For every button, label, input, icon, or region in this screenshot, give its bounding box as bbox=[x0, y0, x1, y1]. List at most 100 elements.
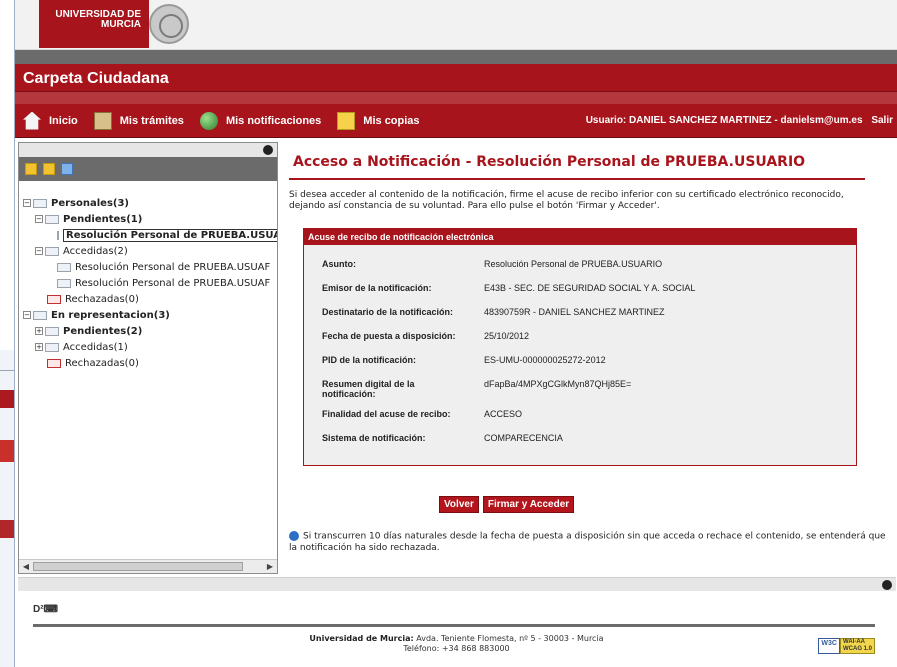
detail-row-emisor: Emisor de la notificación: E43B - SEC. D… bbox=[322, 283, 856, 307]
collapse-node-icon[interactable]: − bbox=[23, 199, 31, 207]
scrollbar-thumb[interactable] bbox=[33, 562, 243, 571]
wai-aa-badge[interactable]: WAI-AA WCAG 1.0 bbox=[839, 638, 875, 654]
tree-node-label: Accedidas(1) bbox=[63, 341, 128, 353]
tree-node-pendientes[interactable]: − Pendientes(1) bbox=[23, 211, 277, 227]
tree-node-accessed-notification[interactable]: Resolución Personal de PRUEBA.USUAF bbox=[23, 275, 277, 291]
tree-node-label: Resolución Personal de PRUEBA.USUAF bbox=[75, 277, 271, 289]
tree-node-label: Pendientes(2) bbox=[63, 325, 143, 337]
detail-row-pid: PID de la notificación: ES-UMU-000000025… bbox=[322, 355, 856, 379]
envelope-open-icon bbox=[57, 278, 71, 288]
footer-address-text: Avda. Teniente Flomesta, nº 5 - 30003 - … bbox=[416, 634, 604, 643]
detail-value: E43B - SEC. DE SEGURIDAD SOCIAL Y A. SOC… bbox=[484, 283, 696, 293]
rejection-notice: Si transcurren 10 días naturales desde l… bbox=[289, 531, 887, 554]
collapse-node-icon[interactable]: − bbox=[35, 247, 43, 255]
envelope-icon bbox=[57, 230, 59, 240]
detail-row-fecha: Fecha de puesta a disposición: 25/10/201… bbox=[322, 331, 856, 355]
expand-node-icon[interactable]: + bbox=[35, 343, 43, 351]
app-title: Carpeta Ciudadana bbox=[15, 64, 897, 92]
user-info: Usuario: DANIEL SANCHEZ MARTINEZ - danie… bbox=[586, 115, 893, 126]
detail-value: ES-UMU-000000025272-2012 bbox=[484, 355, 606, 365]
detail-row-resumen: Resumen digital de la notificación: dFap… bbox=[322, 379, 856, 409]
collapse-node-icon[interactable]: − bbox=[35, 215, 43, 223]
notifications-tree: − Personales(3) − Pendientes(1) Resoluci… bbox=[19, 181, 277, 371]
tree-node-representacion[interactable]: − En representacion(3) bbox=[23, 307, 277, 323]
tree-node-pending-notification[interactable]: Resolución Personal de PRUEBA.USUA bbox=[23, 227, 277, 243]
nav-mis-tramites[interactable]: Mis trámites bbox=[93, 111, 184, 130]
header-spacer bbox=[15, 92, 897, 104]
detail-label: Asunto: bbox=[322, 259, 356, 269]
nav-mis-notificaciones-label: Mis notificaciones bbox=[225, 114, 322, 127]
collapse-panel-icon[interactable] bbox=[263, 145, 273, 155]
detail-label: Sistema de notificación: bbox=[322, 433, 426, 443]
expand-all-icon[interactable] bbox=[25, 163, 37, 175]
horizontal-scrollbar[interactable]: ◀ ▶ bbox=[19, 559, 277, 573]
detail-value: 48390759R - DANIEL SANCHEZ MARTINEZ bbox=[484, 307, 665, 317]
tree-node-rep-rechazadas[interactable]: Rechazadas(0) bbox=[23, 355, 277, 371]
header-divider bbox=[15, 50, 897, 64]
logout-link[interactable]: Salir bbox=[871, 115, 893, 126]
accessibility-badges[interactable]: W3C WAI-AA WCAG 1.0 bbox=[818, 638, 875, 654]
expand-node-icon[interactable]: + bbox=[35, 327, 43, 335]
notification-content: Acceso a Notificación - Resolución Perso… bbox=[289, 142, 891, 574]
footer-address: Universidad de Murcia: Avda. Teniente Fl… bbox=[15, 634, 897, 654]
detail-label: PID de la notificación: bbox=[322, 355, 417, 365]
detail-row-destinatario: Destinatario de la notificación: 4839075… bbox=[322, 307, 856, 331]
w3c-badge[interactable]: W3C bbox=[818, 638, 840, 654]
user-label: Usuario: DANIEL SANCHEZ MARTINEZ - danie… bbox=[585, 115, 863, 126]
detail-value: COMPARECENCIA bbox=[484, 433, 563, 443]
tree-node-label: Resolución Personal de PRUEBA.USUAF bbox=[75, 261, 271, 273]
accessibility-icon[interactable]: D²⌨ bbox=[33, 604, 58, 615]
list-view-icon[interactable] bbox=[61, 163, 73, 175]
detail-value: 25/10/2012 bbox=[484, 331, 530, 341]
tree-panel-topbar bbox=[19, 143, 277, 157]
tree-node-label: Rechazadas(0) bbox=[65, 293, 139, 305]
main-nav: Inicio Mis trámites Mis notificaciones M… bbox=[15, 104, 897, 138]
wai-line2: WCAG 1.0 bbox=[842, 646, 872, 652]
notifications-tree-panel: − Personales(3) − Pendientes(1) Resoluci… bbox=[18, 142, 278, 574]
globe-icon bbox=[199, 111, 218, 130]
tree-node-accedidas[interactable]: − Accedidas(2) bbox=[23, 243, 277, 259]
expand-footer-icon[interactable] bbox=[882, 580, 892, 590]
tree-node-rep-pendientes[interactable]: + Pendientes(2) bbox=[23, 323, 277, 339]
wai-line1: WAI-AA bbox=[842, 639, 865, 645]
nav-inicio-label: Inicio bbox=[49, 114, 78, 127]
footer-collapse-bar bbox=[18, 577, 896, 591]
back-button[interactable]: Volver bbox=[439, 496, 479, 513]
scroll-right-icon[interactable]: ▶ bbox=[265, 562, 275, 571]
detail-label: Fecha de puesta a disposición: bbox=[322, 331, 456, 341]
tree-node-label: Resolución Personal de PRUEBA.USUA bbox=[63, 228, 277, 242]
page-title: Acceso a Notificación - Resolución Perso… bbox=[293, 154, 806, 170]
tree-node-accessed-notification[interactable]: Resolución Personal de PRUEBA.USUAF bbox=[23, 259, 277, 275]
tree-node-label: Pendientes(1) bbox=[63, 213, 143, 225]
footer-divider bbox=[33, 624, 875, 627]
info-icon bbox=[289, 531, 299, 541]
copies-icon bbox=[337, 111, 356, 130]
receipt-card: Acuse de recibo de notificación electrón… bbox=[303, 228, 857, 466]
receipt-details: Asunto: Resolución Personal de PRUEBA.US… bbox=[304, 245, 856, 465]
browser-window: UNIVERSIDAD DE MURCIA Carpeta Ciudadana … bbox=[14, 0, 897, 667]
envelope-rejected-icon bbox=[47, 294, 61, 304]
scroll-left-icon[interactable]: ◀ bbox=[21, 562, 31, 571]
envelope-open-icon bbox=[57, 262, 71, 272]
footer-phone: Teléfono: +34 868 883000 bbox=[403, 644, 510, 653]
nav-mis-copias[interactable]: Mis copias bbox=[337, 111, 420, 130]
detail-row-finalidad: Finalidad del acuse de recibo: ACCESO bbox=[322, 409, 856, 433]
envelope-icon bbox=[45, 214, 59, 224]
tree-node-personales[interactable]: − Personales(3) bbox=[23, 195, 277, 211]
nav-mis-tramites-label: Mis trámites bbox=[119, 114, 184, 127]
collapse-all-icon[interactable] bbox=[43, 163, 55, 175]
nav-mis-notificaciones[interactable]: Mis notificaciones bbox=[199, 111, 322, 130]
nav-inicio[interactable]: Inicio bbox=[23, 111, 78, 130]
university-logo[interactable]: UNIVERSIDAD DE MURCIA bbox=[39, 0, 149, 48]
collapse-node-icon[interactable]: − bbox=[23, 311, 31, 319]
detail-value: dFapBa/4MPXgCGlkMyn87QHj85E= bbox=[484, 379, 632, 389]
site-header: UNIVERSIDAD DE MURCIA bbox=[15, 0, 897, 50]
receipt-card-title: Acuse de recibo de notificación electrón… bbox=[304, 229, 856, 245]
tree-node-rep-accedidas[interactable]: + Accedidas(1) bbox=[23, 339, 277, 355]
envelope-icon bbox=[33, 198, 47, 208]
tree-node-label: Rechazadas(0) bbox=[65, 357, 139, 369]
tree-node-label: Personales(3) bbox=[51, 197, 129, 209]
documents-icon bbox=[93, 111, 112, 130]
sign-and-access-button[interactable]: Firmar y Acceder bbox=[482, 496, 575, 513]
tree-node-rechazadas[interactable]: Rechazadas(0) bbox=[23, 291, 277, 307]
